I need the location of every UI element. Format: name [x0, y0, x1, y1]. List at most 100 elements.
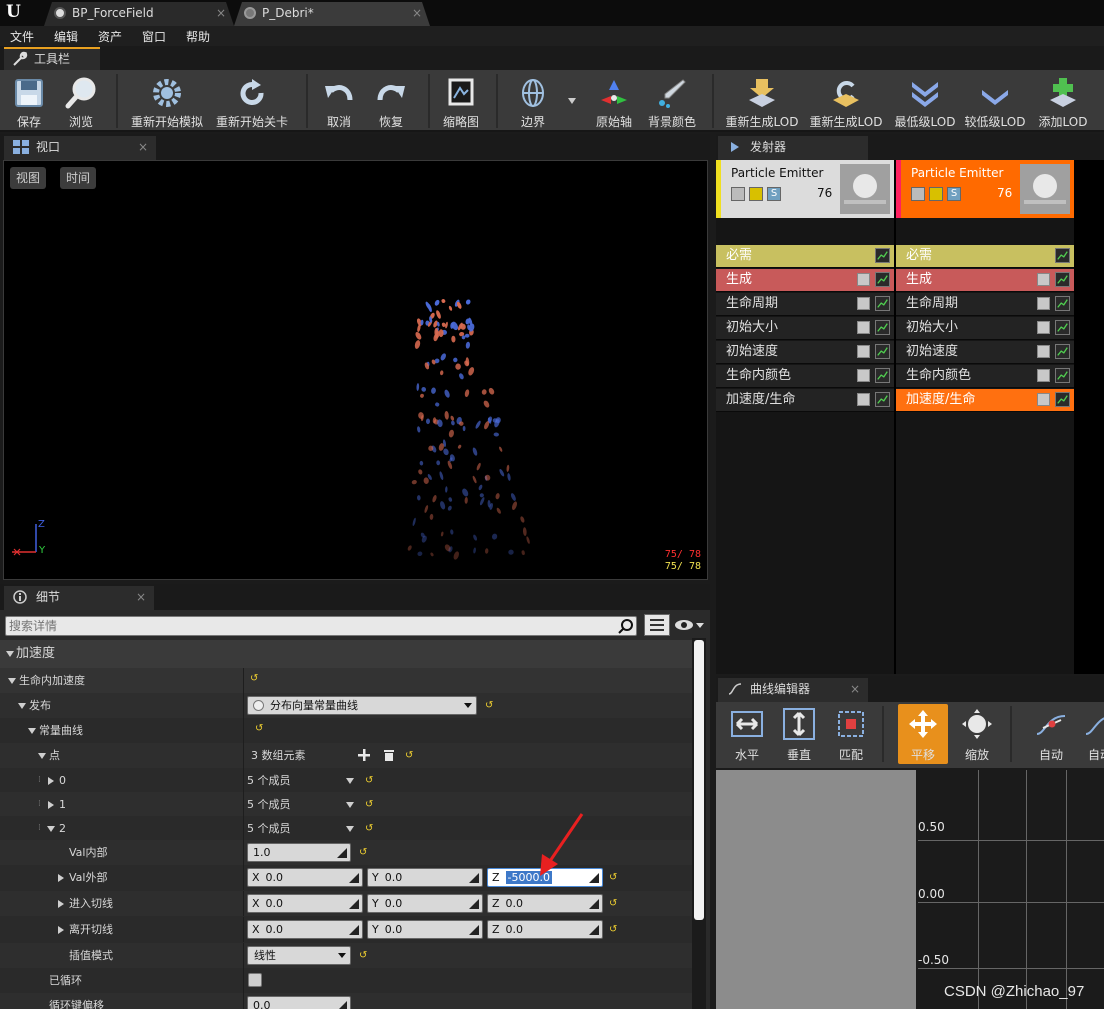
column-splitter[interactable] [243, 668, 244, 693]
module-enable-checkbox[interactable] [1037, 297, 1050, 310]
module-enable-checkbox[interactable] [857, 321, 870, 334]
close-icon[interactable]: × [850, 678, 860, 700]
solo-icon[interactable] [749, 187, 763, 201]
menu-help[interactable]: 帮助 [186, 28, 210, 45]
close-icon[interactable]: × [216, 2, 226, 24]
search-bar[interactable] [5, 616, 637, 636]
fit-vertical-button[interactable]: 垂直 [774, 704, 824, 764]
module-enable-checkbox[interactable] [1037, 345, 1050, 358]
undo-button[interactable]: 取消 [314, 72, 364, 130]
curve-graph-icon[interactable] [875, 344, 890, 359]
column-splitter[interactable] [243, 792, 244, 817]
search-input[interactable] [9, 618, 609, 634]
curve-graph-icon[interactable] [1055, 344, 1070, 359]
arrive-x-field[interactable]: X 0.0 [247, 894, 363, 913]
emitter-module-row[interactable]: 生命周期 [896, 293, 1074, 316]
s-mode-icon[interactable]: S [767, 187, 781, 201]
fit-horizontal-button[interactable]: 水平 [722, 704, 772, 764]
chevron-down-icon[interactable] [346, 802, 354, 808]
curve-graph-icon[interactable] [875, 248, 890, 263]
reset-to-default-icon[interactable]: ↺ [405, 751, 415, 761]
column-splitter[interactable] [243, 768, 244, 793]
module-enable-checkbox[interactable] [1037, 393, 1050, 406]
emitter-module-row[interactable]: 生命周期 [716, 293, 894, 316]
prop-row-interp-mode[interactable]: 插值模式 线性 ↺ [0, 943, 696, 968]
expand-arrow-icon[interactable] [48, 801, 54, 809]
loop-key-offset-field[interactable]: 0.0 [247, 996, 351, 1009]
reset-to-default-icon[interactable]: ↺ [609, 873, 619, 883]
is-looped-checkbox[interactable] [248, 973, 262, 987]
leave-z-field[interactable]: Z 0.0 [487, 920, 603, 939]
curve-graph-icon[interactable] [875, 392, 890, 407]
expand-arrow-icon[interactable] [38, 753, 46, 759]
curve-graph-icon[interactable] [1055, 272, 1070, 287]
regen-lod-button-2[interactable]: 重新生成LOD [806, 72, 886, 130]
curve-graph-icon[interactable] [1055, 368, 1070, 383]
emitter-module-row[interactable]: 生成 [896, 269, 1074, 292]
emitter-tab[interactable]: 发射器 [718, 136, 868, 160]
chevron-down-icon[interactable] [346, 826, 354, 832]
auto-clamped-button[interactable]: 自动 [1078, 704, 1104, 764]
close-icon[interactable]: × [136, 586, 146, 608]
module-enable-checkbox[interactable] [1037, 321, 1050, 334]
particle-viewport[interactable]: 视图 时间 Z Y 75/ 78 75/ 78 [3, 160, 708, 580]
prop-row-is-looped[interactable]: 已循环 [0, 968, 696, 993]
emitter-module-row[interactable]: 初始速度 [896, 341, 1074, 364]
bounds-dropdown-button[interactable] [564, 72, 580, 130]
origin-axis-button[interactable]: 原始轴 [590, 72, 638, 130]
s-mode-icon[interactable]: S [947, 187, 961, 201]
zoom-button[interactable]: 缩放 [952, 704, 1002, 764]
prop-row-point-1[interactable]: ⁞ 1 5 个成员 ↺ [0, 792, 696, 817]
viewport-tab[interactable]: 视口 × [4, 136, 156, 160]
reset-to-default-icon[interactable]: ↺ [359, 848, 369, 858]
emitter-module-row[interactable]: 初始大小 [896, 317, 1074, 340]
reset-to-default-icon[interactable]: ↺ [365, 776, 375, 786]
restart-sim-button[interactable]: 重新开始模拟 [126, 72, 208, 130]
prop-row-out-val[interactable]: Val外部 X 0.0 Y 0.0 Z -5000.0 ↺ [0, 865, 696, 890]
details-tab[interactable]: 细节 × [4, 586, 154, 610]
reset-to-default-icon[interactable]: ↺ [250, 674, 260, 684]
column-splitter[interactable] [243, 840, 244, 865]
prop-row-point-0[interactable]: ⁞ 0 5 个成员 ↺ [0, 768, 696, 793]
prop-row-loop-key-offset[interactable]: 循环键偏移 0.0 [0, 993, 696, 1009]
interp-mode-dropdown[interactable]: 线性 [247, 946, 351, 965]
expand-arrow-icon[interactable] [58, 900, 64, 908]
curve-graph-icon[interactable] [1055, 392, 1070, 407]
pan-button[interactable]: 平移 [898, 704, 948, 764]
menu-file[interactable]: 文件 [10, 28, 34, 45]
tab-bp-forcefield[interactable]: BP_ForceField × [44, 2, 234, 26]
restart-level-button[interactable]: 重新开始关卡 [212, 72, 292, 130]
fit-button[interactable]: 匹配 [826, 704, 876, 764]
scrollbar-thumb[interactable] [694, 640, 704, 920]
lower-lod-button[interactable]: 较低级LOD [962, 72, 1028, 130]
emitter-column-2[interactable]: Particle Emitter S 76 必需 生成 生命周期 初始大小 初始速度 生命… [896, 160, 1074, 674]
curve-graph-icon[interactable] [875, 296, 890, 311]
prop-row-accel-over-life[interactable]: 生命内加速度 ↺ [0, 668, 696, 693]
distribution-dropdown[interactable]: 分布向量常量曲线 [247, 696, 477, 715]
column-splitter[interactable] [243, 968, 244, 993]
emitter-module-row[interactable]: 必需 [896, 245, 1074, 268]
visibility-filter-button[interactable] [674, 616, 706, 634]
prop-row-distribution[interactable]: 发布 分布向量常量曲线 ↺ [0, 693, 696, 718]
column-splitter[interactable] [243, 693, 244, 718]
expand-arrow-icon[interactable] [48, 777, 54, 785]
lowest-lod-button[interactable]: 最低级LOD [890, 72, 960, 130]
emitter-header-2[interactable]: Particle Emitter S 76 [896, 160, 1074, 218]
column-splitter[interactable] [243, 891, 244, 916]
close-icon[interactable]: × [412, 2, 422, 24]
reset-to-default-icon[interactable]: ↺ [485, 701, 495, 711]
emitter-column-1[interactable]: Particle Emitter S 76 必需 生成 生命周期 初始大小 初始速度 生命… [716, 160, 894, 674]
curve-track-list[interactable] [716, 770, 916, 1009]
prop-row-arrive-tangent[interactable]: 进入切线 X 0.0 Y 0.0 Z 0.0 ↺ [0, 891, 696, 916]
drag-handle-icon[interactable]: ⁞ [38, 775, 41, 785]
browse-button[interactable]: 浏览 [56, 72, 106, 130]
redo-button[interactable]: 恢复 [366, 72, 416, 130]
chevron-down-icon[interactable] [346, 778, 354, 784]
enable-checkbox[interactable] [731, 187, 745, 201]
add-element-icon[interactable] [358, 749, 370, 761]
save-button[interactable]: 保存 [4, 72, 54, 130]
arrive-y-field[interactable]: Y 0.0 [367, 894, 483, 913]
out-val-y-field[interactable]: Y 0.0 [367, 868, 483, 887]
module-enable-checkbox[interactable] [857, 273, 870, 286]
bounds-button[interactable]: 边界 [506, 72, 560, 130]
